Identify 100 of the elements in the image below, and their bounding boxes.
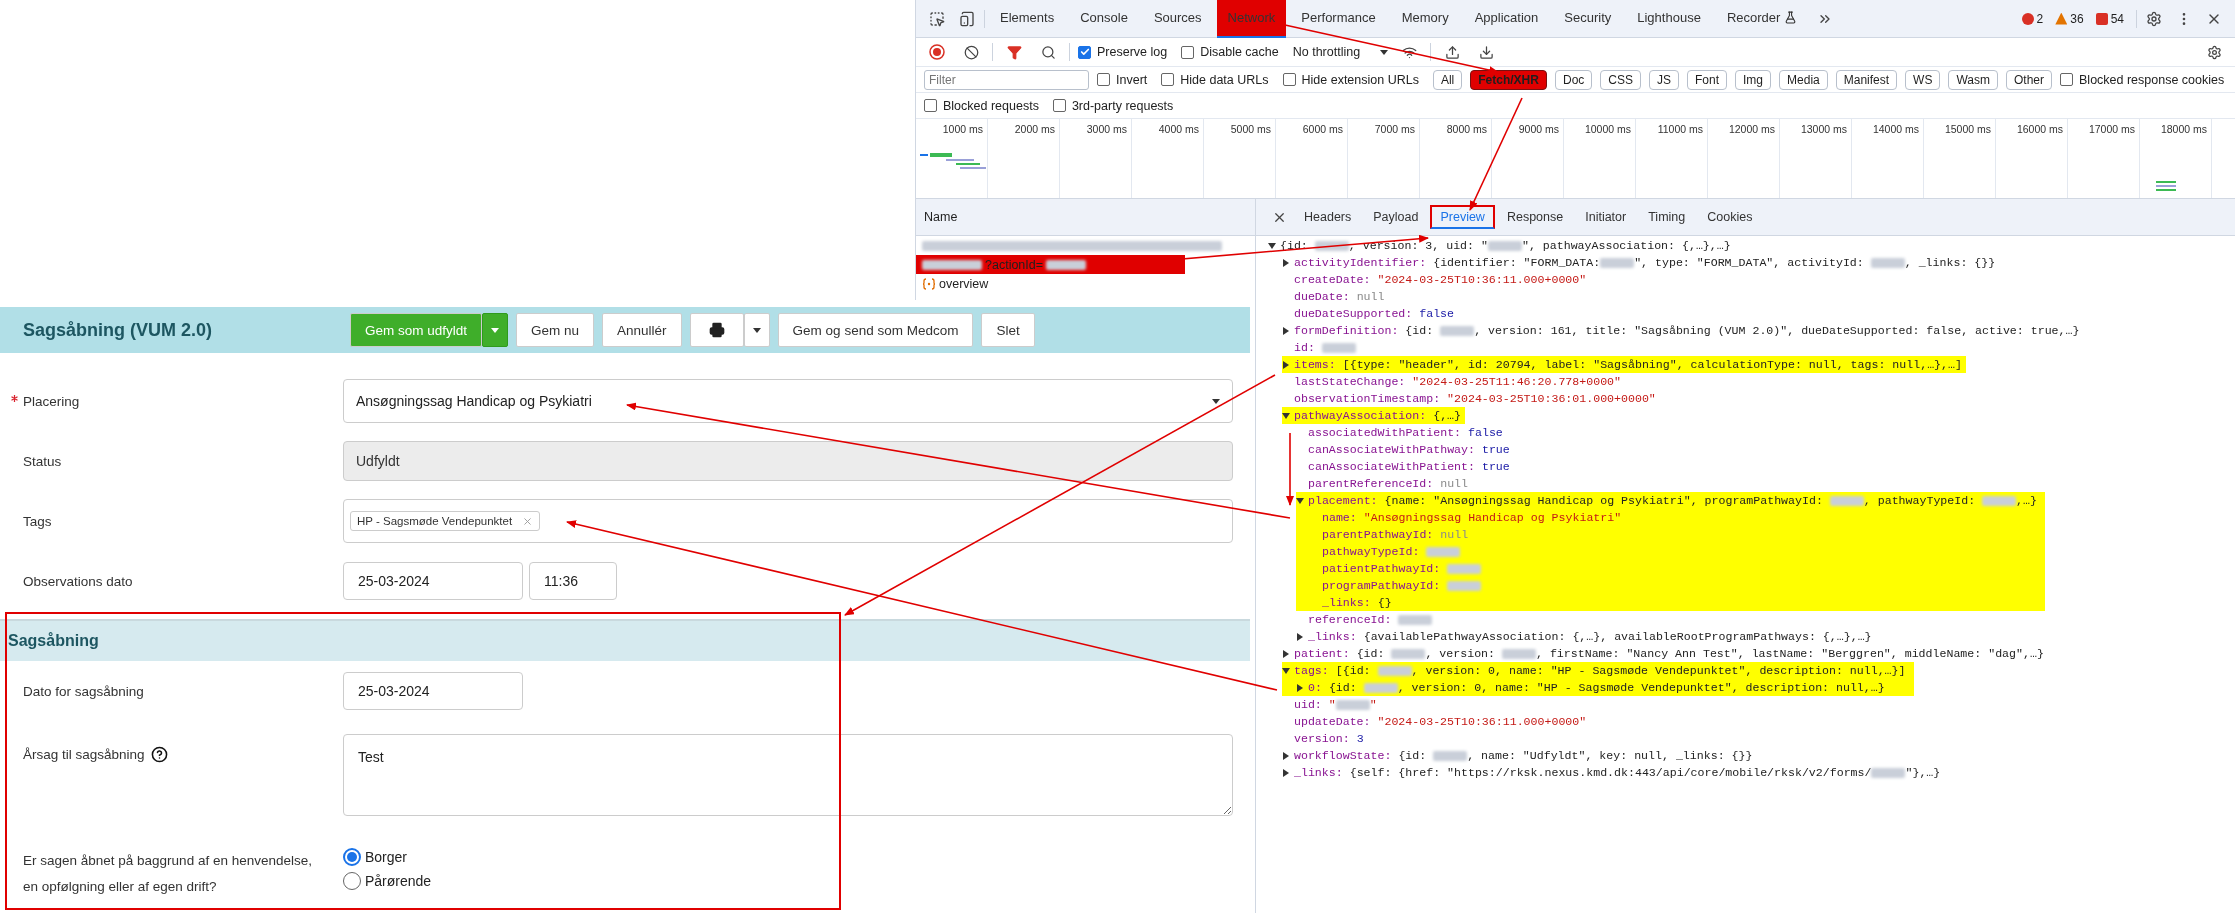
redacted-block bbox=[1982, 495, 2017, 506]
error-count[interactable]: 2 bbox=[2021, 11, 2044, 26]
status-field: Udfyldt bbox=[343, 441, 1233, 481]
preview-line[interactable]: patientPathwayId: bbox=[1310, 560, 1486, 577]
preview-line[interactable]: id: bbox=[1282, 339, 1360, 356]
form-button[interactable]: Annullér bbox=[602, 313, 682, 347]
preview-line[interactable]: _links: {availablePathwayAssociation: {,…}, availableRootProgramPathways: {,…},…} bbox=[1296, 628, 1876, 645]
detail-tab[interactable]: Response bbox=[1496, 205, 1574, 229]
filter-field[interactable]: Filter bbox=[924, 69, 1089, 90]
disclosure-triangle-icon[interactable] bbox=[1282, 411, 1290, 420]
warning-count[interactable]: 36 bbox=[2055, 11, 2084, 26]
throttling-dropdown[interactable]: No throttling bbox=[1292, 45, 1389, 59]
type-filter-chip[interactable]: JS bbox=[1649, 69, 1679, 90]
preview-line[interactable]: canAssociateWithPatient: true bbox=[1296, 458, 1514, 475]
checkbox[interactable]: Blocked requests bbox=[924, 98, 1039, 113]
checkbox[interactable]: Hide data URLs bbox=[1161, 72, 1269, 87]
dropdown-button[interactable] bbox=[482, 313, 509, 347]
type-filter-chip[interactable]: Other bbox=[2006, 69, 2052, 90]
type-filter-chip[interactable]: Doc bbox=[1554, 69, 1593, 90]
type-filter-chip[interactable]: CSS bbox=[1600, 69, 1641, 90]
detail-tab[interactable]: Payload bbox=[1363, 205, 1429, 229]
devtools-tab[interactable]: Security bbox=[1553, 0, 1623, 38]
devtools-tab[interactable]: Console bbox=[1069, 0, 1139, 38]
issue-count[interactable]: 54 bbox=[2095, 11, 2124, 26]
disclosure-triangle-icon[interactable] bbox=[1296, 496, 1304, 505]
time-field[interactable]: 11:36 bbox=[529, 562, 617, 600]
preview-line[interactable]: patient: {id: , version: , firstName: "Nancy Ann Test", lastName: "Berggren", middleName: "dag",…} bbox=[1282, 645, 2048, 662]
devtools-tab[interactable]: Sources bbox=[1142, 0, 1213, 38]
select-field[interactable]: Ansøgningssag Handicap og Psykiatri bbox=[343, 379, 1233, 423]
redacted-block bbox=[922, 259, 982, 270]
preview-line[interactable]: _links: {} bbox=[1310, 594, 1396, 611]
preview-line[interactable]: lastStateChange: "2024-03-25T11:46:20.778+0000" bbox=[1282, 373, 1626, 390]
preview-line[interactable]: programPathwayId: bbox=[1310, 577, 1486, 594]
devtools-tab[interactable]: Performance bbox=[1290, 0, 1387, 38]
disclosure-triangle-icon[interactable] bbox=[1282, 326, 1290, 335]
redacted-block bbox=[1600, 257, 1635, 268]
preview-line[interactable]: activityIdentifier: {identifier: "FORM_DATA: ", type: "FORM_DATA", activityId: , _links: {}} bbox=[1282, 254, 2000, 271]
checkbox[interactable]: Hide extension URLs bbox=[1282, 72, 1419, 87]
preview-line[interactable]: dueDateSupported: false bbox=[1282, 305, 1459, 322]
preview-line[interactable]: associatedWithPatient: false bbox=[1296, 424, 1507, 441]
devtools-tab[interactable]: Application bbox=[1463, 0, 1550, 38]
timeline-tick: 6000 ms bbox=[1276, 119, 1348, 198]
checkbox[interactable]: 3rd-party requests bbox=[1052, 98, 1174, 113]
preview-line[interactable]: parentReferenceId: null bbox=[1296, 475, 1473, 492]
text-area[interactable]: Test bbox=[343, 734, 1233, 816]
radio-option[interactable]: Pårørende bbox=[343, 872, 432, 890]
timeline-tick: 11000 ms bbox=[1636, 119, 1708, 198]
checkbox[interactable]: Blocked response cookies bbox=[2060, 72, 2225, 87]
date-field[interactable]: 25-03-2024 bbox=[343, 672, 523, 710]
preview-line[interactable]: pathwayTypeId: bbox=[1310, 543, 1465, 560]
preview-line[interactable]: canAssociateWithPathway: true bbox=[1296, 441, 1514, 458]
checkbox[interactable]: Invert bbox=[1097, 72, 1148, 87]
timeline-tick: 7000 ms bbox=[1348, 119, 1420, 198]
preview-line[interactable]: parentPathwayId: null bbox=[1310, 526, 1473, 543]
type-filter-chip[interactable]: Img bbox=[1735, 69, 1772, 90]
devtools-tab[interactable]: Memory bbox=[1390, 0, 1460, 38]
tag-chip[interactable]: HP - Sagsmøde Vendepunktet bbox=[350, 511, 541, 531]
radio-option[interactable]: Borger bbox=[343, 848, 432, 866]
preview-line[interactable]: version: 3 bbox=[1282, 730, 1368, 747]
form-button[interactable]: Slet bbox=[981, 313, 1035, 347]
checkbox[interactable]: Preserve log bbox=[1078, 45, 1168, 59]
field-label: Placering bbox=[0, 393, 343, 409]
form-button[interactable]: Gem nu bbox=[516, 313, 595, 347]
preview-line[interactable]: formDefinition: {id: , version: 161, title: "Sagsåbning (VUM 2.0)", dueDateSupported: false, active: true,…} bbox=[1282, 322, 2084, 339]
remove-icon[interactable] bbox=[522, 515, 534, 527]
preview-line[interactable]: tags: [{id: , version: 0, name: "HP - Sagsmøde Vendepunktet", description: null,…}] bbox=[1282, 662, 1910, 679]
disclosure-triangle-icon[interactable] bbox=[1282, 360, 1290, 369]
type-filter-chip[interactable]: Font bbox=[1687, 69, 1728, 90]
detail-tab[interactable]: Timing bbox=[1638, 205, 1696, 229]
type-filter-chip[interactable]: Media bbox=[1779, 69, 1828, 90]
form-button[interactable]: Gem og send som Medcom bbox=[777, 313, 974, 347]
type-filter-chip[interactable]: Manifest bbox=[1835, 69, 1898, 90]
preview-line[interactable]: name: "Ansøgningssag Handicap og Psykiatri" bbox=[1310, 509, 1626, 526]
help-icon[interactable] bbox=[150, 746, 168, 763]
detail-tab[interactable]: Headers bbox=[1294, 205, 1362, 229]
preview-line[interactable]: 0: {id: , version: 0, name: "HP - Sagsmøde Vendepunktet", description: null,…} bbox=[1296, 679, 1889, 696]
devtools-tab[interactable]: Elements bbox=[989, 0, 1066, 38]
preview-line[interactable]: updateDate: "2024-03-25T10:36:11.000+0000" bbox=[1282, 713, 1591, 730]
dropdown-button[interactable] bbox=[743, 313, 770, 347]
devtools-tab[interactable]: Lighthouse bbox=[1626, 0, 1712, 38]
date-field[interactable]: 25-03-2024 bbox=[343, 562, 523, 600]
tags-field[interactable]: HP - Sagsmøde Vendepunktet bbox=[343, 499, 1233, 543]
preview-line[interactable]: dueDate: null bbox=[1282, 288, 1389, 305]
print-button[interactable] bbox=[689, 313, 744, 347]
preview-line[interactable]: referenceId: bbox=[1296, 611, 1437, 628]
preview-line[interactable]: uid: " " bbox=[1282, 696, 1381, 713]
checkbox[interactable]: Disable cache bbox=[1181, 45, 1279, 59]
type-filter-chip[interactable]: WS bbox=[1905, 69, 1941, 90]
detail-tab[interactable]: Preview bbox=[1430, 205, 1495, 229]
type-filter-chip[interactable]: All bbox=[1432, 69, 1463, 90]
preview-line[interactable]: observationTimestamp: "2024-03-25T10:36:01.000+0000" bbox=[1282, 390, 1660, 407]
preview-line[interactable]: _links: {self: {href: "https://rksk.nexus.kmd.dk:443/api/core/mobile/rksk/v2/forms/ "},…} bbox=[1282, 764, 1945, 781]
type-filter-chip[interactable]: Wasm bbox=[1948, 69, 1998, 90]
preview-line[interactable]: workflowState: {id: , name: "Udfyldt", key: null, _links: {}} bbox=[1282, 747, 1757, 764]
preview-line[interactable]: createDate: "2024-03-25T10:36:11.000+0000" bbox=[1282, 271, 1591, 288]
detail-tab[interactable]: Initiator bbox=[1575, 205, 1637, 229]
preview-line[interactable]: placement: {name: "Ansøgningssag Handicap og Psykiatri", programPathwayId: , pathwayTypeId: ,…} bbox=[1296, 492, 2041, 509]
redacted-block bbox=[1870, 257, 1905, 268]
devtools-tab[interactable]: Recorder bbox=[1715, 0, 1809, 38]
detail-tab[interactable]: Cookies bbox=[1697, 205, 1763, 229]
